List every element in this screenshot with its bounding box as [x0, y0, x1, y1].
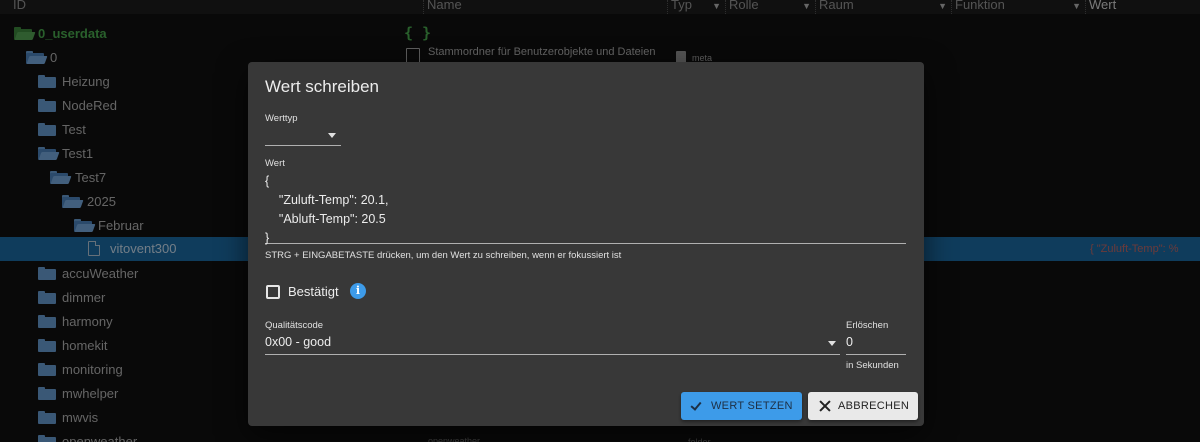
write-value-button[interactable]: WERT SETZEN — [681, 392, 802, 420]
expire-value: 0 — [846, 335, 853, 349]
value-line: "Abluft-Temp": 20.5 — [265, 212, 386, 226]
value-line: { — [265, 174, 270, 188]
cancel-button-label: ABBRECHEN — [838, 400, 910, 412]
write-value-button-label: WERT SETZEN — [711, 400, 793, 412]
expire-input[interactable]: 0 — [846, 332, 906, 355]
ack-checkbox[interactable] — [266, 285, 280, 299]
dialog-title: Wert schreiben — [265, 77, 380, 96]
quality-code-value: 0x00 - good — [265, 335, 332, 349]
write-value-dialog: Wert schreiben Werttyp Wert { "Zuluft-Te… — [248, 62, 924, 426]
value-label: Wert — [265, 158, 285, 169]
check-icon — [690, 399, 705, 413]
close-icon — [818, 399, 832, 413]
chevron-down-icon — [328, 133, 336, 138]
quality-code-label: Qualitätscode — [265, 320, 324, 331]
cancel-button[interactable]: ABBRECHEN — [808, 392, 918, 420]
expire-helper-text: in Sekunden — [846, 360, 899, 371]
value-type-label: Werttyp — [265, 113, 298, 124]
expire-label: Erlöschen — [846, 320, 889, 331]
quality-code-select[interactable]: 0x00 - good — [265, 332, 840, 355]
ack-label[interactable]: Bestätigt — [288, 284, 339, 299]
value-type-select[interactable] — [265, 124, 341, 146]
value-textarea[interactable]: { "Zuluft-Temp": 20.1, "Abluft-Temp": 20… — [265, 172, 906, 245]
info-icon[interactable]: i — [350, 283, 366, 299]
value-line: } — [265, 231, 270, 245]
value-helper-text: STRG + EINGABETASTE drücken, um den Wert… — [265, 250, 622, 261]
value-line: "Zuluft-Temp": 20.1, — [265, 193, 389, 207]
chevron-down-icon — [828, 341, 836, 346]
